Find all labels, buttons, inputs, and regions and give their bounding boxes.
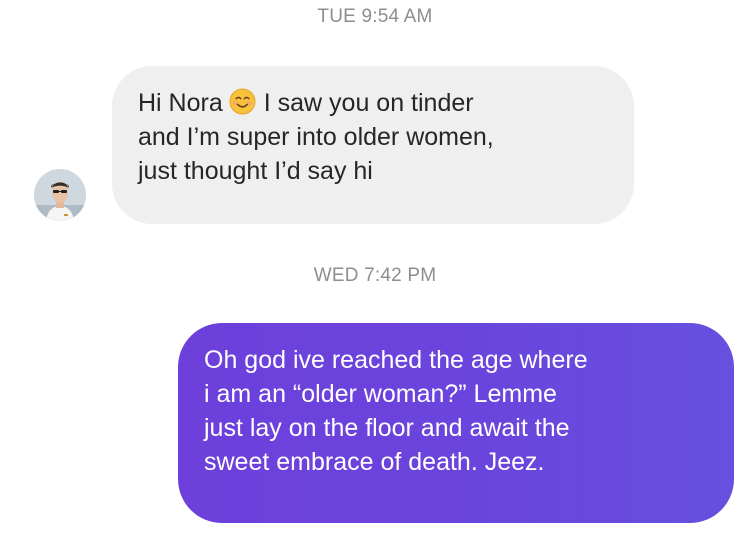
message-line: Hi Nora I saw you on tinder	[138, 86, 610, 120]
message-line: Oh god ive reached the age where	[204, 346, 588, 374]
message-text: Hi Nora	[138, 89, 223, 117]
timestamp: TUE 9:54 AM	[317, 6, 433, 27]
message-line: just thought I’d say hi	[138, 157, 373, 185]
avatar[interactable]	[34, 169, 86, 221]
message-line: sweet embrace of death. Jeez.	[204, 448, 545, 476]
message-text: I saw you on tinder	[263, 89, 474, 117]
user-avatar-icon	[34, 169, 86, 221]
received-message-bubble[interactable]: Hi Nora I saw you on tinder and I’m supe…	[112, 66, 634, 224]
sent-message-bubble[interactable]: Oh god ive reached the age where i am an…	[178, 323, 734, 523]
message-line: i am an “older woman?” Lemme	[204, 380, 557, 408]
message-line: and I’m super into older women,	[138, 123, 494, 151]
smiling-face-emoji-icon	[229, 88, 256, 115]
timestamp: WED 7:42 PM	[313, 265, 437, 286]
message-line: just lay on the floor and await the	[204, 414, 570, 442]
